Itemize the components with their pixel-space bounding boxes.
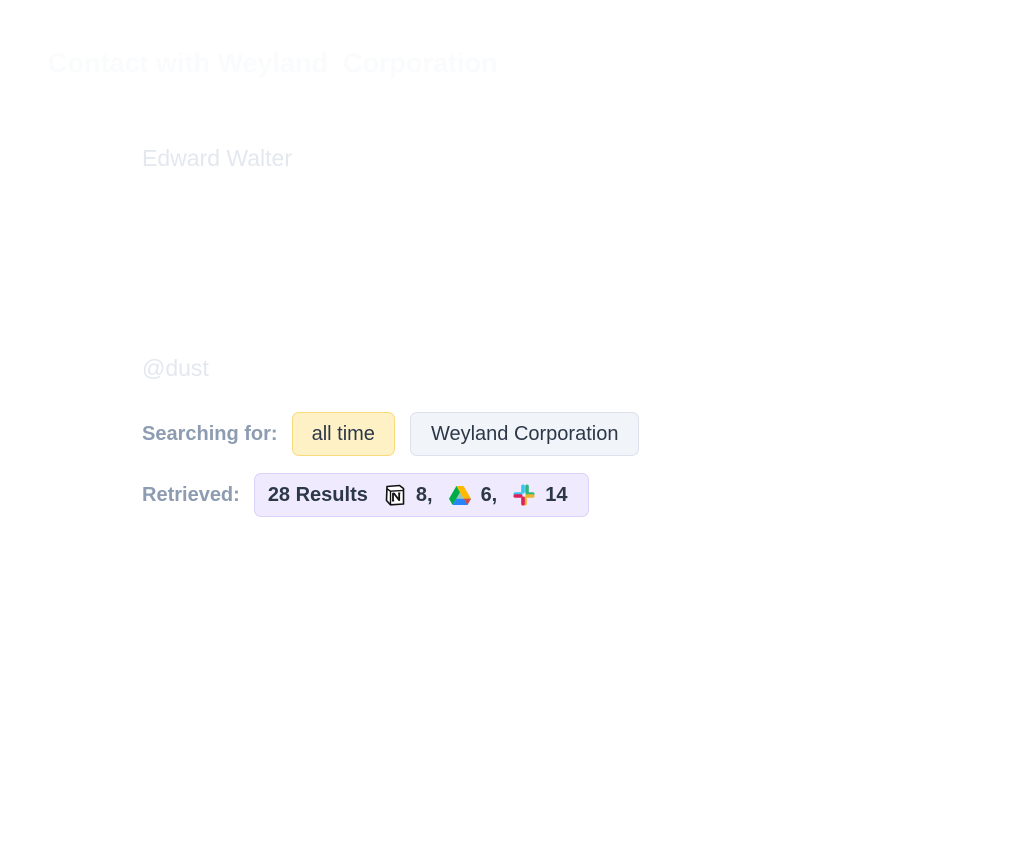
search-row: Searching for: all time Weyland Corporat… bbox=[142, 412, 640, 456]
assistant-mention: @dust bbox=[142, 355, 209, 381]
results-total: 28 Results bbox=[267, 483, 368, 506]
retrieved-row: Retrieved: 28 Results 8, 6, 14 bbox=[142, 473, 589, 517]
page-title: Contact with Weyland Corporation bbox=[48, 48, 498, 78]
time-filter-chip[interactable]: all time bbox=[291, 412, 395, 456]
slack-icon bbox=[513, 484, 535, 506]
search-label: Searching for: bbox=[142, 422, 278, 445]
message-author: Edward Walter bbox=[142, 145, 292, 171]
retrieved-label: Retrieved: bbox=[142, 483, 240, 506]
slack-count: 14 bbox=[545, 483, 568, 506]
google-drive-count: 6, bbox=[480, 483, 498, 506]
notion-count: 8, bbox=[415, 483, 433, 506]
google-drive-icon bbox=[448, 486, 471, 505]
search-query-chip[interactable]: Weyland Corporation bbox=[409, 412, 640, 456]
notion-icon bbox=[385, 484, 405, 506]
results-chip[interactable]: 28 Results 8, 6, 14 bbox=[253, 473, 589, 517]
page: Contact with Weyland Corporation Edward … bbox=[0, 0, 1024, 852]
